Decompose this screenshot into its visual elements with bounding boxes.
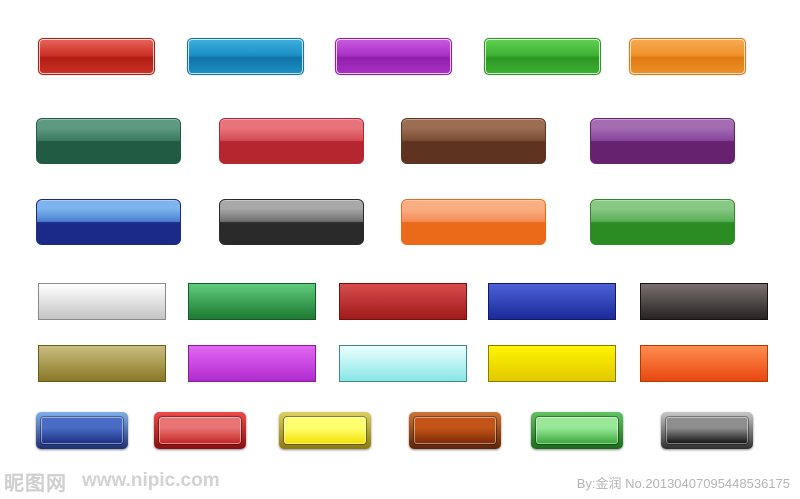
- button-face: [414, 417, 496, 444]
- flat-red-button[interactable]: [339, 283, 467, 320]
- large-blue-button[interactable]: [36, 199, 181, 245]
- large-orange-button[interactable]: [401, 199, 546, 245]
- watermark-logo: 昵图网: [4, 471, 67, 495]
- framed-brown-button[interactable]: [409, 412, 501, 449]
- flat-cyan-button[interactable]: [339, 345, 467, 382]
- button-face: [666, 417, 748, 444]
- large-green-button[interactable]: [590, 199, 735, 245]
- large-purple-button[interactable]: [590, 118, 735, 164]
- flat-dark-button[interactable]: [640, 283, 768, 320]
- framed-blue-button[interactable]: [36, 412, 128, 449]
- glossy-red-button[interactable]: [38, 38, 155, 75]
- framed-green-button[interactable]: [531, 412, 623, 449]
- large-red-button[interactable]: [219, 118, 364, 164]
- flat-yellow-button[interactable]: [488, 345, 616, 382]
- watermark-credit: By:金润 No.20130407095448536175: [576, 476, 790, 491]
- large-brown-button[interactable]: [401, 118, 546, 164]
- framed-yellow-button[interactable]: [279, 412, 371, 449]
- glossy-green-button[interactable]: [484, 38, 601, 75]
- framed-red-button[interactable]: [154, 412, 246, 449]
- glossy-purple-button[interactable]: [335, 38, 452, 75]
- large-teal-button[interactable]: [36, 118, 181, 164]
- button-face: [284, 417, 366, 444]
- flat-white-button[interactable]: [38, 283, 166, 320]
- watermark-url: www.nipic.com: [82, 470, 220, 491]
- framed-black-button[interactable]: [661, 412, 753, 449]
- glossy-blue-button[interactable]: [187, 38, 304, 75]
- button-face: [41, 417, 123, 444]
- flat-magenta-button[interactable]: [188, 345, 316, 382]
- large-gray-button[interactable]: [219, 199, 364, 245]
- flat-blue-button[interactable]: [488, 283, 616, 320]
- flat-olive-button[interactable]: [38, 345, 166, 382]
- flat-orange-button[interactable]: [640, 345, 768, 382]
- button-face: [536, 417, 618, 444]
- button-face: [159, 417, 241, 444]
- glossy-orange-button[interactable]: [629, 38, 746, 75]
- flat-green-button[interactable]: [188, 283, 316, 320]
